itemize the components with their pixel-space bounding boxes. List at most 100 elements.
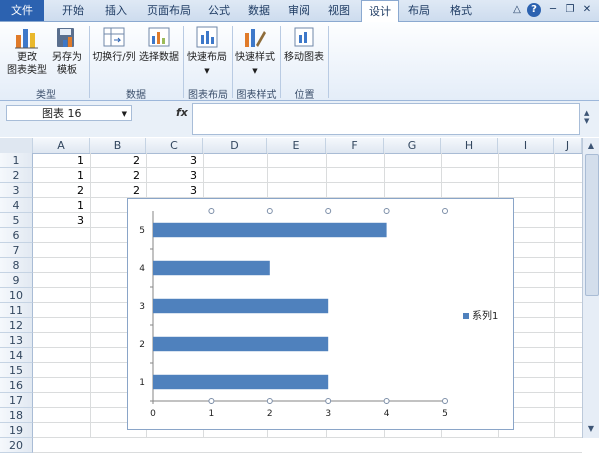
cell[interactable]: 2 (90, 183, 146, 198)
change-type-label-2: 图表类型 (7, 65, 47, 76)
row-header[interactable]: 14 (0, 348, 33, 363)
select-all-corner[interactable] (0, 138, 33, 153)
cell[interactable]: 2 (90, 153, 146, 168)
row-header[interactable]: 9 (0, 273, 33, 288)
column-header[interactable]: E (267, 138, 326, 153)
column-header[interactable]: J (554, 138, 582, 153)
bar-chart[interactable]: 1 2 3 4 5 0 1 2 3 4 5 系列1 (127, 198, 514, 430)
name-box-dropdown-icon[interactable]: ▼ (122, 106, 127, 122)
move-chart-button[interactable]: 移动图表 (283, 25, 325, 64)
tab-home[interactable]: 开始 (53, 0, 93, 21)
tab-data[interactable]: 数据 (240, 0, 278, 21)
cell[interactable]: 3 (146, 153, 203, 168)
quick-layout-dropdown-icon: ▼ (204, 67, 210, 75)
tab-file[interactable]: 文件 (0, 0, 44, 21)
formula-input[interactable] (192, 103, 580, 135)
plot-area-handle (208, 398, 215, 404)
cell[interactable]: 1 (33, 198, 90, 213)
tab-layout[interactable]: 布局 (400, 0, 438, 21)
row-header[interactable]: 11 (0, 303, 33, 318)
row-header[interactable]: 6 (0, 228, 33, 243)
row-header[interactable]: 5 (0, 213, 33, 228)
plot-area-handle (383, 398, 390, 404)
plot-area-handle (383, 208, 390, 214)
vertical-scrollbar[interactable]: ▲ ▼ (582, 138, 599, 438)
quick-style-icon (245, 29, 266, 47)
row-header[interactable]: 13 (0, 333, 33, 348)
column-header[interactable]: B (90, 138, 146, 153)
cell[interactable]: 3 (33, 213, 90, 228)
quick-layout-label: 快速布局 (187, 52, 227, 63)
row-header[interactable]: 1 (0, 153, 33, 168)
row-header[interactable]: 10 (0, 288, 33, 303)
tab-insert[interactable]: 插入 (96, 0, 136, 21)
move-chart-label: 移动图表 (284, 52, 324, 63)
column-header[interactable]: F (326, 138, 384, 153)
row-header[interactable]: 16 (0, 378, 33, 393)
row-header[interactable]: 15 (0, 363, 33, 378)
x-tick-label: 3 (325, 409, 331, 419)
y-tick-label: 2 (139, 340, 145, 350)
group-label-type: 类型 (36, 90, 56, 101)
plot-area-handle (325, 398, 332, 404)
scroll-up-icon[interactable]: ▲ (586, 141, 596, 151)
row-header[interactable]: 20 (0, 438, 33, 453)
chart-plot-area: 1 2 3 4 5 0 1 2 3 4 5 (139, 208, 448, 419)
row-header[interactable]: 19 (0, 423, 33, 438)
tab-review[interactable]: 审阅 (280, 0, 318, 21)
tab-page-layout[interactable]: 页面布局 (139, 0, 199, 21)
cell[interactable]: 3 (146, 168, 203, 183)
ribbon-tab-bar: 文件 开始 插入 页面布局 公式 数据 审阅 视图 设计 布局 格式 △ ? ─… (0, 0, 599, 22)
quick-style-label: 快速样式 (235, 52, 275, 63)
change-chart-type-button[interactable]: 更改 图表类型 (7, 25, 47, 77)
save-as-template-button[interactable]: 另存为 模板 (49, 25, 85, 77)
row-header[interactable]: 2 (0, 168, 33, 183)
plot-area-handle (208, 208, 215, 214)
switch-row-column-label: 切换行/列 (92, 52, 136, 63)
tab-format[interactable]: 格式 (442, 0, 480, 21)
scroll-down-icon[interactable]: ▼ (586, 424, 596, 434)
row-header[interactable]: 18 (0, 408, 33, 423)
restore-icon[interactable]: ❐ (563, 3, 577, 17)
column-header[interactable]: G (384, 138, 441, 153)
column-header[interactable]: D (203, 138, 267, 153)
tab-formulas[interactable]: 公式 (200, 0, 238, 21)
help-icon[interactable]: ? (527, 3, 541, 17)
select-data-button[interactable]: 选择数据 (138, 25, 180, 64)
cell[interactable]: 2 (33, 183, 90, 198)
row-header[interactable]: 7 (0, 243, 33, 258)
collapse-ribbon-icon[interactable]: △ (510, 3, 524, 17)
insert-function-icon[interactable]: fx (176, 106, 188, 119)
quick-style-button[interactable]: 快速样式 ▼ (234, 25, 276, 78)
row-header[interactable]: 12 (0, 318, 33, 333)
legend-label: 系列1 (472, 311, 499, 322)
cell[interactable]: 3 (146, 183, 203, 198)
minimize-icon[interactable]: ─ (546, 3, 560, 17)
group-label-chart-styles: 图表样式 (236, 90, 277, 101)
row-header[interactable]: 17 (0, 393, 33, 408)
row-header[interactable]: 3 (0, 183, 33, 198)
tab-design[interactable]: 设计 (361, 0, 399, 22)
row-header[interactable]: 4 (0, 198, 33, 213)
scroll-thumb[interactable] (585, 154, 599, 296)
name-box[interactable]: 图表 16 ▼ (6, 105, 132, 121)
tab-view[interactable]: 视图 (320, 0, 358, 21)
column-header[interactable]: H (441, 138, 498, 153)
cell[interactable]: 2 (90, 168, 146, 183)
cell[interactable]: 1 (33, 168, 90, 183)
bar (153, 298, 329, 314)
formula-bar-expand-icon[interactable]: ▲ ▼ (584, 109, 589, 125)
select-data-label: 选择数据 (139, 52, 179, 63)
select-data-icon (148, 27, 170, 47)
plot-area-handle (442, 208, 448, 214)
chart-legend: 系列1 (463, 307, 498, 322)
switch-row-column-button[interactable]: 切换行/列 (92, 25, 136, 64)
column-header[interactable]: A (33, 138, 90, 153)
close-icon[interactable]: ✕ (580, 3, 594, 17)
cell[interactable]: 1 (33, 153, 90, 168)
move-chart-icon (294, 27, 314, 47)
row-header[interactable]: 8 (0, 258, 33, 273)
column-header[interactable]: C (146, 138, 203, 153)
quick-layout-button[interactable]: 快速布局 ▼ (185, 25, 229, 78)
column-header[interactable]: I (498, 138, 554, 153)
